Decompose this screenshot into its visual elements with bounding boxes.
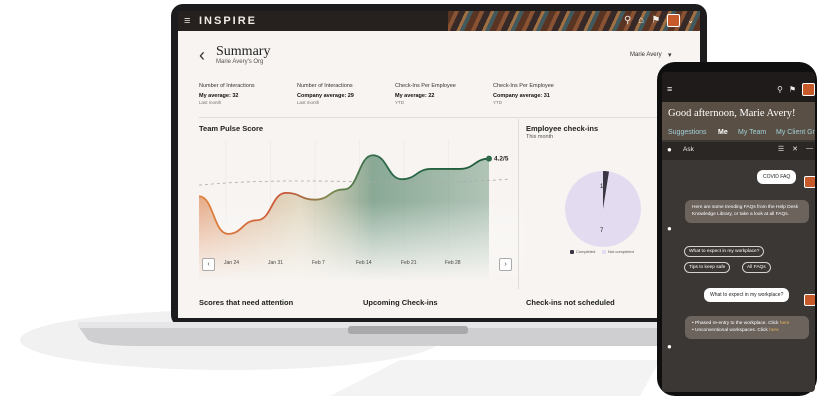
metric-label: Number of Interactions <box>199 83 255 89</box>
chat-icon: ● <box>667 145 672 154</box>
x-tick: Feb 14 <box>356 260 372 266</box>
x-tick: Feb 21 <box>401 260 417 266</box>
header-icons: ⚲ ⌂ ⚑ ⌄ <box>624 14 694 27</box>
user-avatar <box>804 176 815 188</box>
bot-list-text: Phased re-entry to the workplace. Click <box>695 321 779 326</box>
pulse-current-label: 4.2/5 <box>494 156 509 163</box>
avatar[interactable] <box>802 83 815 96</box>
metric-label: Check-Ins Per Employee <box>395 83 456 89</box>
metric-card: Number of Interactions My average: 32 La… <box>199 83 289 106</box>
laptop-base <box>78 322 738 346</box>
legend-item: Not completed <box>602 249 634 254</box>
notifications-icon[interactable]: ⚑ <box>789 85 796 94</box>
ask-tools: ☰ ✕ — <box>778 145 813 153</box>
metric-label: Check-Ins Per Employee <box>493 83 554 89</box>
divider <box>199 117 679 118</box>
bot-icon: ● <box>667 342 672 351</box>
faq-chip[interactable]: All FAQs <box>742 262 771 273</box>
section-scores: Scores that need attention <box>199 298 294 307</box>
metric-note: YTD <box>395 100 404 105</box>
hamburger-icon[interactable]: ≡ <box>184 15 190 27</box>
search-icon[interactable]: ⚲ <box>777 85 783 94</box>
back-button[interactable]: ‹ <box>199 46 205 64</box>
x-tick: Jan 31 <box>268 260 284 266</box>
checkins-title: Employee check-ins <box>526 124 599 133</box>
legend-item: Completed <box>570 249 595 254</box>
minimize-icon[interactable]: — <box>806 145 813 153</box>
metric-value: My average: 22 <box>395 93 435 99</box>
ask-label[interactable]: Ask <box>683 146 694 153</box>
checkins-subtitle: This month <box>526 134 554 140</box>
tab-my-team[interactable]: My Team <box>738 129 766 136</box>
search-icon[interactable]: ⚲ <box>624 15 631 27</box>
bot-message: Here are some trending FAQs from the Hel… <box>685 200 809 223</box>
page-title: Summary <box>216 44 271 59</box>
legend-label: Completed <box>576 249 596 254</box>
avatar[interactable] <box>667 14 681 27</box>
chart-next-button[interactable]: › <box>499 258 512 271</box>
metric-note: Last month <box>297 100 320 105</box>
metric-value: Company average: 31 <box>493 93 550 99</box>
legend-swatch <box>602 249 606 254</box>
app-header: ≡ INSPIRE ⚲ ⌂ ⚑ ⌄ <box>178 11 700 31</box>
chevron-down-icon[interactable]: ⌄ <box>687 16 694 25</box>
checkins-pie: 1 7 <box>565 171 641 247</box>
app-title: INSPIRE <box>199 15 258 27</box>
legend-label: Not completed <box>608 249 634 254</box>
caret-down-icon[interactable]: ▾ <box>668 51 672 59</box>
chart-prev-button[interactable]: ‹ <box>202 258 215 271</box>
user-select[interactable]: Marie Avery <box>630 52 662 58</box>
legend-swatch <box>570 249 574 254</box>
x-tick: Feb 7 <box>312 260 325 266</box>
x-tick: Feb 28 <box>445 260 461 266</box>
list-icon[interactable]: ☰ <box>778 145 784 153</box>
metric-note: Last month <box>199 100 222 105</box>
metric-card: Check-Ins Per Employee Company average: … <box>493 83 583 106</box>
home-icon[interactable]: ⌂ <box>638 15 644 27</box>
section-divider <box>518 119 519 289</box>
pulse-fade <box>199 201 524 281</box>
metric-card: Number of Interactions Company average: … <box>297 83 387 106</box>
bot-list-text: Unconventional workspaces. Click <box>695 327 768 333</box>
phone-screen: ≡ ⚲ ⚑ Good afternoon, Marie Avery! Sugge… <box>662 72 815 392</box>
metric-label: Number of Interactions <box>297 83 353 89</box>
metric-card: Check-Ins Per Employee My average: 22 YT… <box>395 83 485 106</box>
bot-message: • Phased re-entry to the workplace. Clic… <box>685 316 809 339</box>
faq-link[interactable]: here <box>780 321 790 326</box>
page-subtitle: Marie Avery's Org <box>216 59 264 65</box>
notifications-icon[interactable]: ⚑ <box>651 15 660 27</box>
bot-icon: ● <box>667 224 672 233</box>
metric-note: YTD <box>493 100 502 105</box>
laptop-screen: ≡ INSPIRE ⚲ ⌂ ⚑ ⌄ ‹ Summary Marie Avery'… <box>178 11 700 318</box>
user-avatar <box>804 294 815 306</box>
section-not-scheduled: Check-ins not scheduled <box>526 298 615 307</box>
metric-value: Company average: 29 <box>297 93 354 99</box>
pulse-end-point <box>486 155 492 162</box>
x-tick: Jan 24 <box>224 260 240 266</box>
tab-suggestions[interactable]: Suggestions <box>668 129 707 136</box>
phone-header-icons: ⚲ ⚑ <box>777 83 815 96</box>
metric-value: My average: 32 <box>199 93 239 99</box>
user-message: COVID FAQ <box>757 170 797 184</box>
pulse-chart: 4.2/5 <box>199 141 524 281</box>
bot-list-item: • Unconventional workspaces. Click here <box>692 327 779 333</box>
bot-message-text: Here are some trending FAQs from the Hel… <box>692 205 799 217</box>
greeting-text: Good afternoon, Marie Avery! <box>668 108 796 119</box>
faq-link[interactable]: here <box>769 328 779 333</box>
mute-icon[interactable]: ✕ <box>792 145 798 153</box>
hamburger-icon[interactable]: ≡ <box>667 84 672 94</box>
section-upcoming: Upcoming Check-ins <box>363 298 438 307</box>
tab-me[interactable]: Me <box>718 129 728 136</box>
faq-chip[interactable]: What to expect in my workplace? <box>684 246 765 257</box>
user-message: What to expect in my workplace? <box>704 288 790 302</box>
faq-chip[interactable]: Tips to keep safe <box>684 262 731 273</box>
tab-my-client-groups[interactable]: My Client Gr <box>776 129 815 136</box>
